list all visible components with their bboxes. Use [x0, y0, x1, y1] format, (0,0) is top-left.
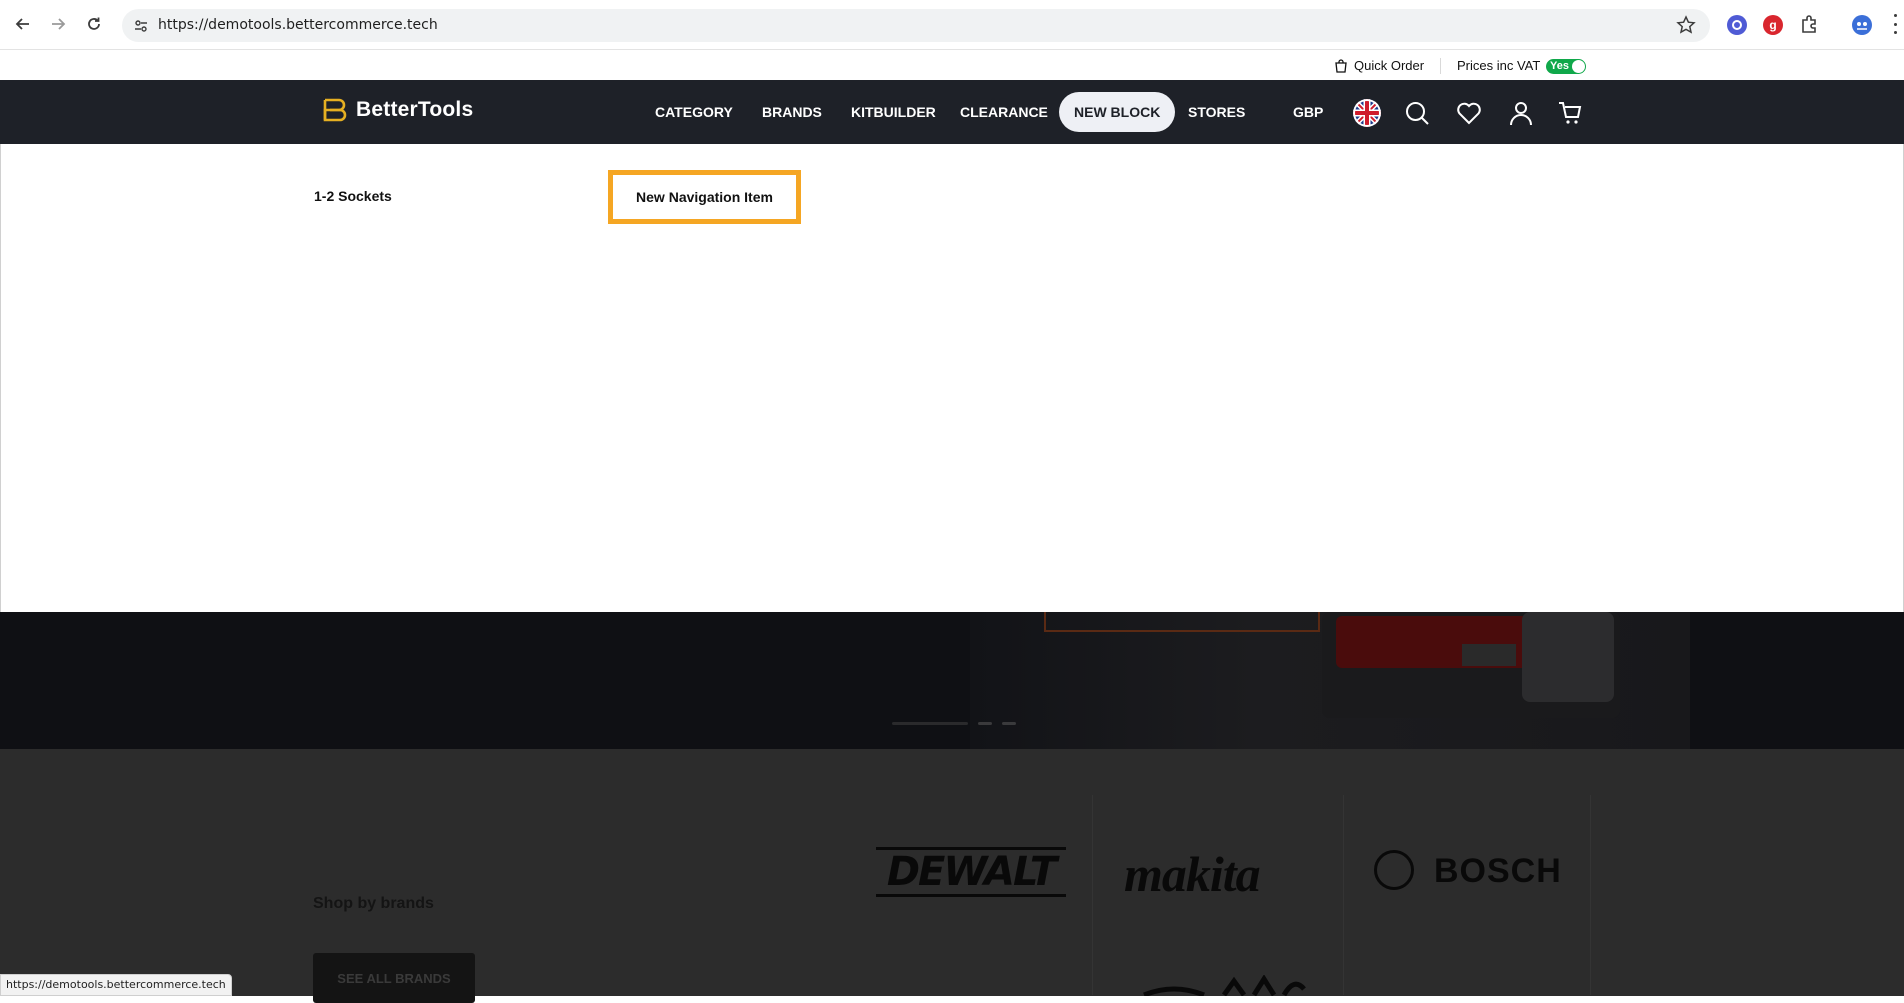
extensions-puzzle-icon[interactable]	[1798, 14, 1820, 36]
nav-category[interactable]: CATEGORY	[640, 92, 748, 132]
quick-order-link[interactable]: Quick Order	[1334, 58, 1424, 73]
address-bar[interactable]: https://demotools.bettercommerce.tech	[122, 9, 1710, 42]
section-title: Shop by brands	[313, 895, 434, 912]
reload-button[interactable]	[82, 12, 106, 36]
browser-menu-icon[interactable]	[1892, 14, 1898, 34]
divider	[1440, 58, 1441, 74]
browser-toolbar: https://demotools.bettercommerce.tech g	[0, 0, 1904, 50]
bosch-logo[interactable]: BOSCH	[1434, 852, 1562, 891]
prices-vat-label: Prices inc VAT	[1457, 58, 1541, 73]
forward-arrow-icon	[52, 18, 66, 30]
nav-kitbuilder[interactable]: KITBUILDER	[836, 92, 951, 132]
carousel-dot[interactable]	[978, 722, 992, 725]
carousel-dot[interactable]	[892, 722, 968, 725]
hero-frame	[1044, 612, 1320, 632]
divider	[1092, 795, 1093, 995]
currency-selector[interactable]: GBP	[1293, 104, 1323, 120]
forward-button[interactable]	[46, 12, 70, 36]
new-block-dropdown: 1-2 Sockets New Navigation Item	[0, 144, 1904, 612]
user-icon[interactable]	[1508, 100, 1534, 126]
back-arrow-icon	[15, 18, 29, 30]
bag-icon	[1335, 58, 1347, 73]
uk-flag-icon[interactable]	[1353, 99, 1381, 127]
site-settings-icon[interactable]	[130, 15, 152, 37]
search-icon[interactable]	[1404, 100, 1430, 126]
extension-icon-2[interactable]: g	[1763, 15, 1783, 35]
carousel-dot[interactable]	[1002, 722, 1016, 725]
hero-banner	[0, 612, 1904, 749]
bettertools-logo-icon	[323, 98, 347, 122]
status-bar-url: https://demotools.bettercommerce.tech	[0, 974, 232, 996]
cart-icon[interactable]	[1557, 100, 1583, 126]
toggle-knob	[1572, 60, 1585, 73]
divider	[1343, 795, 1344, 995]
nav-link-new-navigation-item[interactable]: New Navigation Item	[608, 170, 801, 224]
reload-icon	[88, 17, 100, 30]
nav-stores[interactable]: STORES	[1173, 92, 1260, 132]
extension-icon-1[interactable]	[1727, 15, 1747, 35]
brand-logo-partial	[1134, 975, 1314, 996]
nav-clearance[interactable]: CLEARANCE	[945, 92, 1063, 132]
makita-logo[interactable]: makita	[1124, 845, 1261, 903]
heart-icon[interactable]	[1456, 100, 1482, 126]
logo-text: BetterTools	[356, 98, 474, 121]
utility-bar: Quick Order Prices inc VAT Yes	[0, 50, 1904, 80]
vat-toggle-label: Yes	[1550, 60, 1569, 72]
divider	[1590, 795, 1591, 995]
nav-brands[interactable]: BRANDS	[747, 92, 837, 132]
carousel-indicators[interactable]	[892, 722, 1016, 726]
url-text[interactable]: https://demotools.bettercommerce.tech	[158, 17, 438, 33]
nav-new-block[interactable]: NEW BLOCK	[1059, 92, 1176, 132]
battery-product-image	[1322, 612, 1620, 718]
site-logo[interactable]: BetterTools	[322, 98, 473, 122]
quick-order-label: Quick Order	[1354, 58, 1425, 73]
profile-avatar-icon[interactable]	[1852, 15, 1872, 35]
dewalt-logo[interactable]: DEWALT	[876, 847, 1066, 897]
brands-section: Shop by brands SEE ALL BRANDS DEWALT mak…	[0, 749, 1904, 1003]
bosch-emblem-icon	[1374, 850, 1414, 890]
bookmark-star-icon[interactable]	[1676, 15, 1696, 35]
nav-link-1-2-sockets[interactable]: 1-2 Sockets	[314, 188, 392, 204]
back-button[interactable]	[11, 12, 35, 36]
vat-toggle[interactable]: Yes	[1546, 59, 1586, 74]
site-header: BetterTools CATEGORY BRANDS KITBUILDER C…	[0, 80, 1904, 144]
